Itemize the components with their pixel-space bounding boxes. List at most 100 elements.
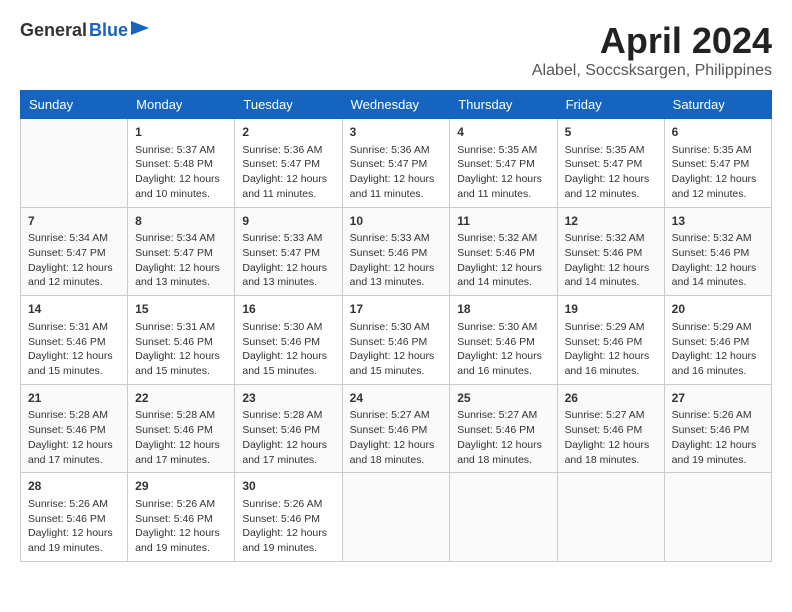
day-info: Sunrise: 5:27 AM Sunset: 5:46 PM Dayligh… [457, 408, 549, 467]
day-info: Sunrise: 5:28 AM Sunset: 5:46 PM Dayligh… [28, 408, 120, 467]
day-info: Sunrise: 5:32 AM Sunset: 5:46 PM Dayligh… [565, 231, 657, 290]
calendar-cell: 19 Sunrise: 5:29 AM Sunset: 5:46 PM Dayli… [557, 296, 664, 385]
month-title: April 2024 [532, 20, 772, 62]
calendar-cell: 25Sunrise: 5:27 AM Sunset: 5:46 PM Dayli… [450, 384, 557, 473]
calendar-cell: 8Sunrise: 5:34 AM Sunset: 5:47 PM Daylig… [128, 207, 235, 296]
day-info: Sunrise: 5:32 AM Sunset: 5:46 PM Dayligh… [672, 231, 764, 290]
day-info: Sunrise: 5:35 AM Sunset: 5:47 PM Dayligh… [457, 143, 549, 202]
day-number: 26 [565, 390, 657, 407]
day-number: 6 [672, 124, 764, 141]
calendar-cell: 9Sunrise: 5:33 AM Sunset: 5:47 PM Daylig… [235, 207, 342, 296]
day-number: 4 [457, 124, 549, 141]
day-info: Sunrise: 5:33 AM Sunset: 5:46 PM Dayligh… [350, 231, 443, 290]
day-info: Sunrise: 5:30 AM Sunset: 5:46 PM Dayligh… [350, 320, 443, 379]
day-number: 9 [242, 213, 334, 230]
day-info: Sunrise: 5:36 AM Sunset: 5:47 PM Dayligh… [242, 143, 334, 202]
calendar-table: SundayMondayTuesdayWednesdayThursdayFrid… [20, 90, 772, 562]
calendar-cell: 23Sunrise: 5:28 AM Sunset: 5:46 PM Dayli… [235, 384, 342, 473]
logo-arrow-icon [131, 21, 149, 35]
day-info: Sunrise: 5:29 AM Sunset: 5:46 PM Dayligh… [672, 320, 764, 379]
day-number: 15 [135, 301, 227, 318]
day-number: 22 [135, 390, 227, 407]
calendar-cell: 16 Sunrise: 5:30 AM Sunset: 5:46 PM Dayli… [235, 296, 342, 385]
calendar-cell: 11Sunrise: 5:32 AM Sunset: 5:46 PM Dayli… [450, 207, 557, 296]
day-number: 5 [565, 124, 657, 141]
day-info: Sunrise: 5:26 AM Sunset: 5:46 PM Dayligh… [135, 497, 227, 556]
day-info: Sunrise: 5:30 AM Sunset: 5:46 PM Dayligh… [242, 320, 334, 379]
calendar-cell: 2Sunrise: 5:36 AM Sunset: 5:47 PM Daylig… [235, 119, 342, 208]
day-number: 13 [672, 213, 764, 230]
day-number: 19 [565, 301, 657, 318]
day-number: 10 [350, 213, 443, 230]
day-info: Sunrise: 5:28 AM Sunset: 5:46 PM Dayligh… [135, 408, 227, 467]
calendar-cell: 29 Sunrise: 5:26 AM Sunset: 5:46 PM Dayli… [128, 473, 235, 562]
calendar-cell [21, 119, 128, 208]
day-info: Sunrise: 5:29 AM Sunset: 5:46 PM Dayligh… [565, 320, 657, 379]
calendar-cell: 5 Sunrise: 5:35 AM Sunset: 5:47 PM Daylig… [557, 119, 664, 208]
day-number: 12 [565, 213, 657, 230]
day-info: Sunrise: 5:35 AM Sunset: 5:47 PM Dayligh… [565, 143, 657, 202]
day-number: 21 [28, 390, 120, 407]
calendar-cell: 1 Sunrise: 5:37 AM Sunset: 5:48 PM Daylig… [128, 119, 235, 208]
week-row: 21Sunrise: 5:28 AM Sunset: 5:46 PM Dayli… [21, 384, 772, 473]
day-info: Sunrise: 5:28 AM Sunset: 5:46 PM Dayligh… [242, 408, 334, 467]
day-of-week-header: Thursday [450, 91, 557, 119]
calendar-cell [557, 473, 664, 562]
calendar-cell: 27Sunrise: 5:26 AM Sunset: 5:46 PM Dayli… [664, 384, 771, 473]
calendar-cell: 30 Sunrise: 5:26 AM Sunset: 5:46 PM Dayli… [235, 473, 342, 562]
day-number: 29 [135, 478, 227, 495]
title-area: April 2024 Alabel, Soccsksargen, Philipp… [532, 20, 772, 80]
day-of-week-header: Sunday [21, 91, 128, 119]
calendar-cell: 18Sunrise: 5:30 AM Sunset: 5:46 PM Dayli… [450, 296, 557, 385]
logo-general-text: General [20, 20, 87, 41]
day-info: Sunrise: 5:34 AM Sunset: 5:47 PM Dayligh… [135, 231, 227, 290]
day-info: Sunrise: 5:26 AM Sunset: 5:46 PM Dayligh… [672, 408, 764, 467]
calendar-cell: 12Sunrise: 5:32 AM Sunset: 5:46 PM Dayli… [557, 207, 664, 296]
day-info: Sunrise: 5:27 AM Sunset: 5:46 PM Dayligh… [565, 408, 657, 467]
calendar-cell: 14Sunrise: 5:31 AM Sunset: 5:46 PM Dayli… [21, 296, 128, 385]
calendar-cell [450, 473, 557, 562]
logo-blue-text: Blue [89, 20, 128, 41]
calendar-cell [664, 473, 771, 562]
day-number: 11 [457, 213, 549, 230]
day-info: Sunrise: 5:34 AM Sunset: 5:47 PM Dayligh… [28, 231, 120, 290]
day-number: 1 [135, 124, 227, 141]
calendar-cell: 28Sunrise: 5:26 AM Sunset: 5:46 PM Dayli… [21, 473, 128, 562]
day-of-week-header: Wednesday [342, 91, 450, 119]
calendar-cell: 4 Sunrise: 5:35 AM Sunset: 5:47 PM Daylig… [450, 119, 557, 208]
calendar-cell: 3 Sunrise: 5:36 AM Sunset: 5:47 PM Daylig… [342, 119, 450, 208]
day-of-week-header: Monday [128, 91, 235, 119]
calendar-cell: 6 Sunrise: 5:35 AM Sunset: 5:47 PM Daylig… [664, 119, 771, 208]
calendar-cell: 22Sunrise: 5:28 AM Sunset: 5:46 PM Dayli… [128, 384, 235, 473]
week-row: 1 Sunrise: 5:37 AM Sunset: 5:48 PM Daylig… [21, 119, 772, 208]
week-row: 28Sunrise: 5:26 AM Sunset: 5:46 PM Dayli… [21, 473, 772, 562]
day-number: 27 [672, 390, 764, 407]
calendar-cell: 24Sunrise: 5:27 AM Sunset: 5:46 PM Dayli… [342, 384, 450, 473]
day-info: Sunrise: 5:30 AM Sunset: 5:46 PM Dayligh… [457, 320, 549, 379]
calendar-cell: 17Sunrise: 5:30 AM Sunset: 5:46 PM Dayli… [342, 296, 450, 385]
day-info: Sunrise: 5:26 AM Sunset: 5:46 PM Dayligh… [242, 497, 334, 556]
week-row: 14Sunrise: 5:31 AM Sunset: 5:46 PM Dayli… [21, 296, 772, 385]
day-info: Sunrise: 5:33 AM Sunset: 5:47 PM Dayligh… [242, 231, 334, 290]
day-number: 8 [135, 213, 227, 230]
day-info: Sunrise: 5:27 AM Sunset: 5:46 PM Dayligh… [350, 408, 443, 467]
day-number: 25 [457, 390, 549, 407]
calendar-cell: 21Sunrise: 5:28 AM Sunset: 5:46 PM Dayli… [21, 384, 128, 473]
day-number: 3 [350, 124, 443, 141]
day-of-week-header: Saturday [664, 91, 771, 119]
day-number: 30 [242, 478, 334, 495]
day-number: 24 [350, 390, 443, 407]
day-info: Sunrise: 5:32 AM Sunset: 5:46 PM Dayligh… [457, 231, 549, 290]
day-info: Sunrise: 5:35 AM Sunset: 5:47 PM Dayligh… [672, 143, 764, 202]
day-info: Sunrise: 5:37 AM Sunset: 5:48 PM Dayligh… [135, 143, 227, 202]
calendar-cell: 13Sunrise: 5:32 AM Sunset: 5:46 PM Dayli… [664, 207, 771, 296]
calendar-cell: 7Sunrise: 5:34 AM Sunset: 5:47 PM Daylig… [21, 207, 128, 296]
day-number: 16 [242, 301, 334, 318]
week-row: 7Sunrise: 5:34 AM Sunset: 5:47 PM Daylig… [21, 207, 772, 296]
day-number: 20 [672, 301, 764, 318]
calendar-cell: 15Sunrise: 5:31 AM Sunset: 5:46 PM Dayli… [128, 296, 235, 385]
day-number: 7 [28, 213, 120, 230]
calendar-cell [342, 473, 450, 562]
day-info: Sunrise: 5:36 AM Sunset: 5:47 PM Dayligh… [350, 143, 443, 202]
day-number: 23 [242, 390, 334, 407]
